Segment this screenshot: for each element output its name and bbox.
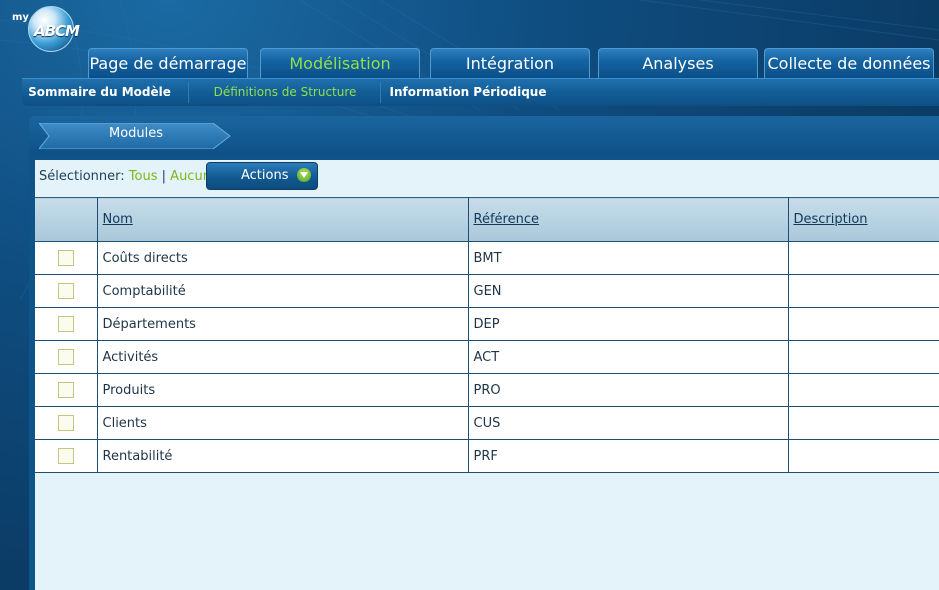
cell-description — [787, 373, 939, 407]
table-row[interactable]: Départements DEP — [35, 307, 939, 341]
selection-toolbar: Sélectionner: Tous | Aucun Actions — [35, 160, 939, 198]
panel-header: Modules — [29, 116, 939, 154]
table-row[interactable]: Coûts directs BMT — [35, 241, 939, 275]
select-controls: Sélectionner: Tous | Aucun — [39, 169, 211, 184]
tab-integration[interactable]: Intégration — [430, 48, 590, 78]
header-nom[interactable]: Nom — [96, 197, 469, 242]
header-description[interactable]: Description — [787, 197, 939, 242]
logo-text: ABCM — [34, 22, 80, 40]
cell-reference: GEN — [467, 274, 789, 308]
panel-title: Modules — [109, 126, 164, 141]
actions-button[interactable]: Actions — [206, 162, 318, 190]
app-logo[interactable]: my ABCM — [8, 4, 88, 52]
chevron-down-icon — [297, 168, 311, 182]
header-select-column — [35, 197, 98, 242]
cell-reference: DEP — [467, 307, 789, 341]
tab-collecte-de-donnees[interactable]: Collecte de données — [764, 48, 934, 78]
row-checkbox[interactable] — [57, 382, 74, 398]
sort-link-reference[interactable]: Référence — [474, 212, 539, 227]
table-header-row: Nom Référence Description — [35, 197, 939, 242]
row-checkbox-cell — [35, 274, 98, 308]
modules-table: Nom Référence Description Coûts directs … — [35, 197, 939, 473]
header-reference[interactable]: Référence — [467, 197, 789, 242]
table-row[interactable]: Rentabilité PRF — [35, 439, 939, 473]
cell-description — [787, 439, 939, 473]
subnav-information-periodique[interactable]: Information Périodique — [382, 79, 554, 106]
row-checkbox-cell — [35, 241, 98, 275]
select-label: Sélectionner: — [39, 169, 125, 184]
table-row[interactable]: Activités ACT — [35, 340, 939, 374]
tab-modelisation[interactable]: Modélisation — [260, 48, 420, 78]
row-checkbox-cell — [35, 373, 98, 407]
cell-description — [787, 340, 939, 374]
tab-page-de-demarrage[interactable]: Page de démarrage — [88, 48, 248, 78]
cell-nom: Activités — [96, 340, 469, 374]
tab-analyses[interactable]: Analyses — [598, 48, 758, 78]
row-checkbox-cell — [35, 340, 98, 374]
select-none-link[interactable]: Aucun — [170, 169, 211, 184]
content-area: Sélectionner: Tous | Aucun Actions Nom R… — [35, 160, 939, 590]
cell-nom: Comptabilité — [96, 274, 469, 308]
cell-description — [787, 307, 939, 341]
table-row[interactable]: Clients CUS — [35, 406, 939, 440]
modules-panel: Modules Sélectionner: Tous | Aucun Actio… — [29, 116, 939, 590]
select-separator: | — [161, 169, 167, 184]
cell-reference: ACT — [467, 340, 789, 374]
row-checkbox[interactable] — [57, 316, 74, 332]
select-all-link[interactable]: Tous — [129, 169, 158, 184]
subnav-definitions-de-structure[interactable]: Définitions de Structure — [190, 79, 380, 106]
row-checkbox-cell — [35, 307, 98, 341]
app-background: my ABCM Page de démarrage Modélisation I… — [0, 0, 939, 590]
subnav-divider — [188, 82, 189, 103]
cell-reference: CUS — [467, 406, 789, 440]
cell-nom: Départements — [96, 307, 469, 341]
cell-reference: BMT — [467, 241, 789, 275]
subnav-divider — [380, 82, 381, 103]
sort-link-nom[interactable]: Nom — [103, 212, 133, 227]
cell-nom: Produits — [96, 373, 469, 407]
actions-label: Actions — [241, 168, 289, 183]
cell-nom: Clients — [96, 406, 469, 440]
row-checkbox-cell — [35, 406, 98, 440]
table-row[interactable]: Comptabilité GEN — [35, 274, 939, 308]
row-checkbox[interactable] — [57, 349, 74, 365]
row-checkbox-cell — [35, 439, 98, 473]
cell-reference: PRF — [467, 439, 789, 473]
cell-description — [787, 241, 939, 275]
row-checkbox[interactable] — [57, 250, 74, 266]
cell-nom: Rentabilité — [96, 439, 469, 473]
cell-description — [787, 406, 939, 440]
cell-reference: PRO — [467, 373, 789, 407]
row-checkbox[interactable] — [57, 415, 74, 431]
logo-prefix: my — [12, 12, 29, 23]
cell-description — [787, 274, 939, 308]
sort-link-description[interactable]: Description — [794, 212, 868, 227]
cell-nom: Coûts directs — [96, 241, 469, 275]
row-checkbox[interactable] — [57, 448, 74, 464]
table-row[interactable]: Produits PRO — [35, 373, 939, 407]
sub-navigation: Sommaire du Modèle Définitions de Struct… — [22, 78, 939, 106]
row-checkbox[interactable] — [57, 283, 74, 299]
subnav-sommaire-du-modele[interactable]: Sommaire du Modèle — [22, 79, 177, 106]
